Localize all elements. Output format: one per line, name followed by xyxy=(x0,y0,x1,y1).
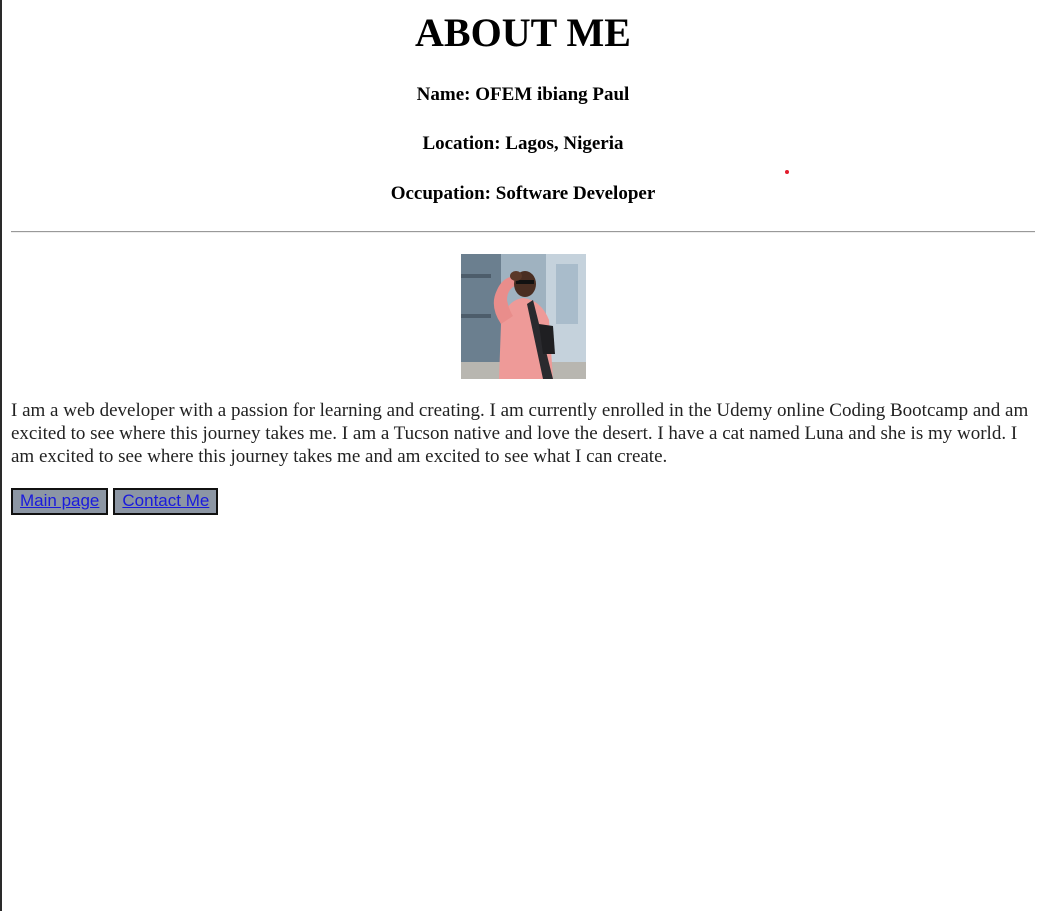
main-page-link[interactable]: Main page xyxy=(11,488,109,515)
nav-buttons: Main page Contact Me xyxy=(11,488,219,515)
occupation-heading: Occupation: Software Developer xyxy=(390,183,656,204)
profile-photo xyxy=(461,254,586,379)
name-heading: Name: OFEM ibiang Paul xyxy=(416,84,630,105)
horizontal-rule xyxy=(11,231,1035,233)
window-left-edge xyxy=(0,0,2,911)
location-heading: Location: Lagos, Nigeria xyxy=(422,133,624,154)
bio-paragraph: I am a web developer with a passion for … xyxy=(11,400,1029,467)
contact-me-link[interactable]: Contact Me xyxy=(113,488,219,515)
page-title: ABOUT ME xyxy=(415,10,631,55)
cursor-dot xyxy=(785,170,789,174)
